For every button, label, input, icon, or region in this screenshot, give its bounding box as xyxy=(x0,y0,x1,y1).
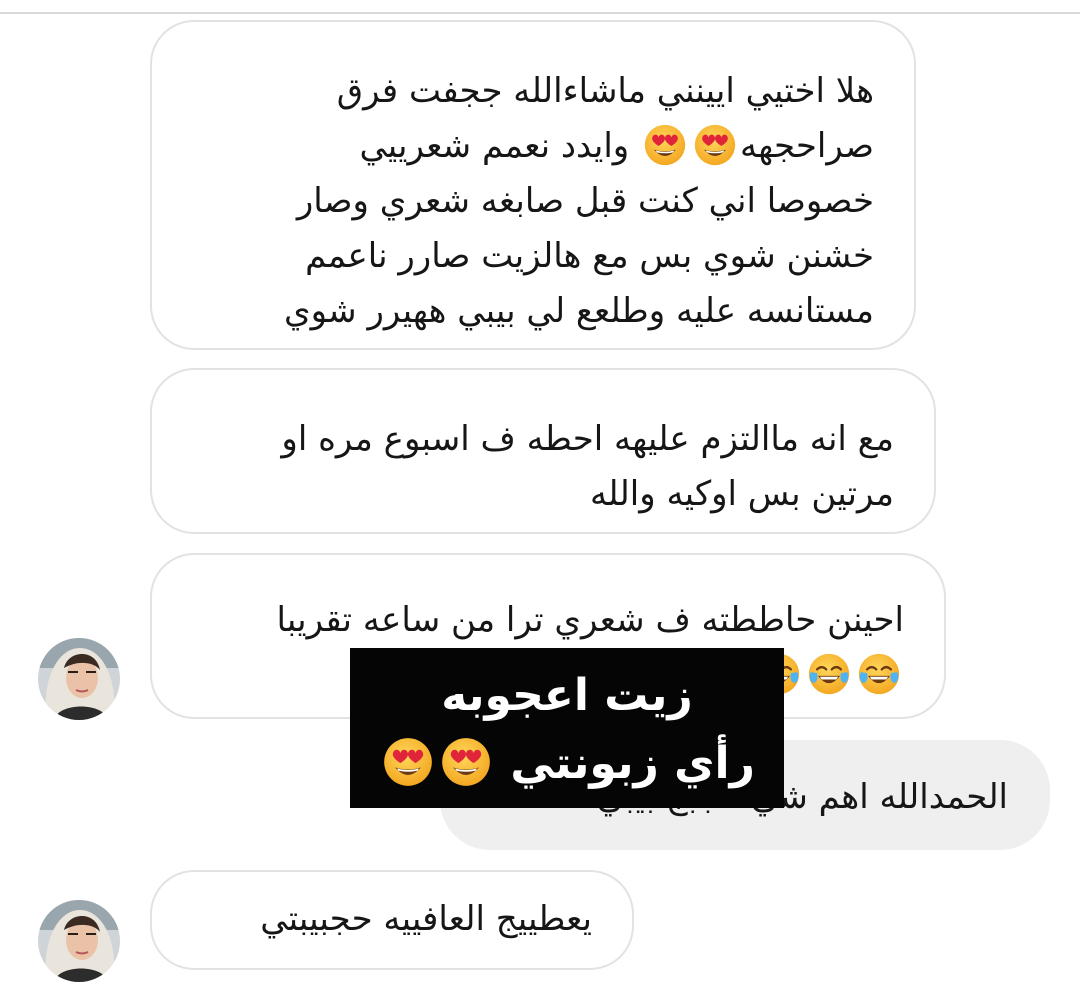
message-line: مرتين بس اوكيه والله xyxy=(589,474,894,514)
avatar-photo-icon xyxy=(38,638,120,720)
tears-of-joy-emoji-icon xyxy=(807,652,851,696)
received-message-bubble[interactable]: مع انه ماالتزم عليهه احطه ف اسبوع مره او… xyxy=(150,368,936,534)
heart-eyes-emoji-icon xyxy=(440,736,492,788)
sender-avatar[interactable] xyxy=(38,900,120,982)
message-line: هلا اختيي ايينني ماشاءالله ججفت فرق xyxy=(336,71,874,111)
tears-of-joy-emoji-icon xyxy=(857,652,901,696)
heart-eyes-emoji-icon xyxy=(693,123,737,167)
top-divider xyxy=(0,12,1080,14)
promo-caption-overlay: زيت اعجوبه رأي زبونتي xyxy=(350,648,784,808)
message-line: صراحجهه وايدد نعمم شعرييي xyxy=(192,119,874,174)
caption-subtitle: رأي زبونتي xyxy=(510,738,755,789)
received-message-bubble[interactable]: يعطييج العافييه حجبيبتي xyxy=(150,870,634,970)
message-line: مع انه ماالتزم عليهه احطه ف اسبوع مره او xyxy=(281,419,894,459)
sender-avatar[interactable] xyxy=(38,638,120,720)
message-line: مستانسه عليه وطلعع لي بيبي ههيرر شوي xyxy=(283,291,874,331)
received-message-bubble[interactable]: هلا اختيي ايينني ماشاءالله ججفت فرق صراح… xyxy=(150,20,916,350)
message-line: يعطييج العافييه حجبيبتي xyxy=(260,899,592,939)
caption-title: زيت اعجوبه xyxy=(441,670,693,721)
message-line: احينن حاططته ف شعري ترا من ساعه تقريبا xyxy=(276,600,904,640)
message-fragment: صراحجهه xyxy=(740,126,874,166)
caption-subtitle-line: رأي زبونتي xyxy=(350,732,784,796)
avatar-photo-icon xyxy=(38,900,120,982)
heart-eyes-emoji-icon xyxy=(643,123,687,167)
heart-eyes-emoji-icon xyxy=(382,736,434,788)
message-line: خشنن شوي بس مع هالزيت صارر ناعمم xyxy=(305,236,874,276)
message-fragment: وايدد نعمم شعرييي xyxy=(359,126,630,166)
message-line: خصوصا اني كنت قبل صابغه شعري وصار xyxy=(296,181,874,221)
